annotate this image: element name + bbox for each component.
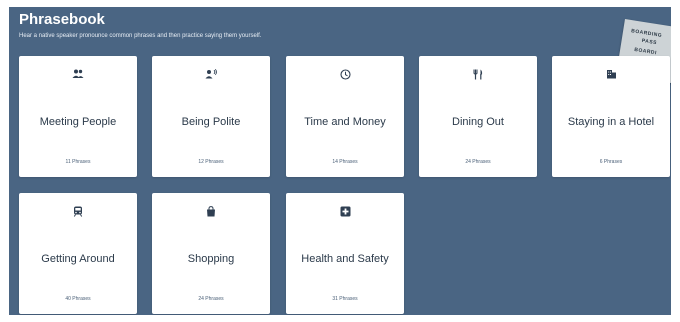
category-card-meeting-people[interactable]: Meeting People 11 Phrases [19, 56, 137, 177]
page-title: Phrasebook [19, 11, 105, 28]
first-aid-icon [286, 204, 404, 218]
category-card-time-and-money[interactable]: Time and Money 14 Phrases [286, 56, 404, 177]
people-icon [19, 67, 137, 81]
category-card-staying-in-a-hotel[interactable]: Staying in a Hotel 6 Phrases [552, 56, 670, 177]
page-subtitle: Hear a native speaker pronounce common p… [19, 33, 262, 39]
category-label: Being Polite [181, 115, 241, 128]
phrasebook-panel: Phrasebook Hear a native speaker pronoun… [9, 7, 671, 315]
category-label: Getting Around [41, 252, 115, 265]
category-label: Dining Out [452, 115, 504, 128]
boarding-pass-text: PASS [641, 37, 658, 47]
phrase-count: 6 Phrases [599, 159, 623, 165]
category-card-shopping[interactable]: Shopping 24 Phrases [152, 193, 270, 314]
phrase-count: 11 Phrases [65, 159, 91, 165]
train-icon [19, 204, 137, 218]
phrase-count: 24 Phrases [465, 159, 491, 165]
person-speaking-icon [152, 67, 270, 81]
category-label: Health and Safety [301, 252, 389, 265]
phrase-count: 31 Phrases [332, 296, 358, 302]
category-label: Meeting People [39, 115, 117, 128]
phrase-count: 14 Phrases [332, 159, 358, 165]
shopping-bag-icon [152, 204, 270, 218]
category-card-dining-out[interactable]: Dining Out 24 Phrases [419, 56, 537, 177]
phrase-count: 40 Phrases [65, 296, 91, 302]
category-card-being-polite[interactable]: Being Polite 12 Phrases [152, 56, 270, 177]
category-label: Shopping [187, 252, 235, 265]
phrase-count: 24 Phrases [198, 296, 224, 302]
category-label: Time and Money [304, 115, 386, 128]
hotel-icon [552, 67, 670, 81]
phrase-count: 12 Phrases [198, 159, 224, 165]
category-card-getting-around[interactable]: Getting Around 40 Phrases [19, 193, 137, 314]
fork-knife-icon [419, 67, 537, 81]
boarding-pass-text: BOARDI [633, 46, 658, 57]
boarding-pass-text: BOARDING [630, 28, 663, 39]
clock-icon [286, 67, 404, 81]
category-label: Staying in a Hotel [567, 115, 655, 128]
category-card-health-and-safety[interactable]: Health and Safety 31 Phrases [286, 193, 404, 314]
